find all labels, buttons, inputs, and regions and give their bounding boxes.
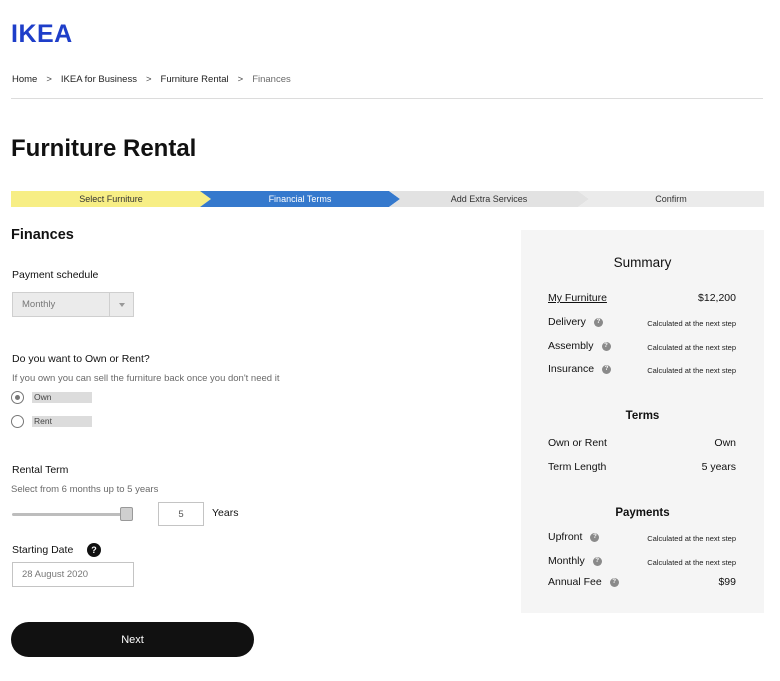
help-icon[interactable]: ? <box>593 317 603 327</box>
assembly-value: Calculated at the next step <box>647 343 736 352</box>
delivery-label: Delivery <box>548 316 586 328</box>
help-icon[interactable]: ? <box>590 532 600 542</box>
payments-heading: Payments <box>615 507 670 519</box>
step-financial-terms[interactable]: Financial Terms <box>200 191 400 207</box>
own-or-rent-question: Do you want to Own or Rent? <box>12 353 150 365</box>
ikea-logo[interactable]: IKEA <box>11 20 73 49</box>
own-or-rent-label: Own or Rent <box>548 437 607 449</box>
monthly-label: Monthly <box>548 555 585 567</box>
my-furniture-link[interactable]: My Furniture <box>548 292 607 304</box>
step-confirm[interactable]: Confirm <box>578 191 764 207</box>
term-length-label: Term Length <box>548 461 607 473</box>
radio-rent-label[interactable]: Rent <box>32 416 92 427</box>
summary-row-upfront: Upfront? Calculated at the next step <box>548 531 736 545</box>
breadcrumb-separator: > <box>46 74 52 85</box>
my-furniture-value: $12,200 <box>698 292 736 304</box>
next-button[interactable]: Next <box>11 622 254 657</box>
summary-row-my-furniture: My Furniture $12,200 <box>548 292 736 306</box>
insurance-label: Insurance <box>548 363 595 375</box>
summary-row-assembly: Assembly? Calculated at the next step <box>548 340 736 354</box>
summary-row-monthly: Monthly? Calculated at the next step <box>548 555 736 569</box>
radio-rent[interactable] <box>11 415 24 428</box>
annual-fee-label: Annual Fee <box>548 576 602 588</box>
summary-row-annual-fee: Annual Fee? $99 <box>548 576 736 590</box>
own-or-rent-value: Own <box>714 437 736 449</box>
rental-term-slider[interactable] <box>12 513 130 516</box>
own-or-rent-hint: If you own you can sell the furniture ba… <box>12 373 280 384</box>
summary-row-insurance: Insurance? Calculated at the next step <box>548 363 736 377</box>
rental-term-slider-handle[interactable] <box>120 507 133 521</box>
radio-own-label[interactable]: Own <box>32 392 92 403</box>
breadcrumb-ikea-for-business[interactable]: IKEA for Business <box>61 74 137 85</box>
help-icon[interactable]: ? <box>602 364 612 374</box>
rental-term-hint: Select from 6 months up to 5 years <box>11 484 159 495</box>
starting-date-label: Starting Date <box>12 544 74 556</box>
help-icon[interactable]: ? <box>609 577 619 587</box>
breadcrumb-separator: > <box>145 74 152 85</box>
step-select-furniture[interactable]: Select Furniture <box>11 191 211 207</box>
insurance-value: Calculated at the next step <box>647 366 736 375</box>
help-icon[interactable]: ? <box>87 543 101 557</box>
progress-stepper: Select Furniture Financial Terms Add Ext… <box>11 191 764 207</box>
summary-row-term-length: Term Length 5 years <box>548 461 736 475</box>
page-title: Furniture Rental <box>11 135 197 162</box>
terms-heading: Terms <box>625 410 660 422</box>
upfront-label: Upfront <box>548 531 583 543</box>
monthly-value: Calculated at the next step <box>647 558 736 567</box>
years-unit-label: Years <box>212 507 239 519</box>
annual-fee-value: $99 <box>718 576 736 588</box>
radio-option-own[interactable]: Own <box>11 391 92 404</box>
summary-panel: Summary My Furniture $12,200 Delivery? C… <box>521 230 764 613</box>
term-length-value: 5 years <box>701 461 736 473</box>
summary-row-delivery: Delivery? Calculated at the next step <box>548 316 736 330</box>
payment-schedule-select[interactable]: Monthly <box>12 292 134 317</box>
breadcrumb-current: Finances <box>252 74 291 85</box>
finances-heading: Finances <box>11 227 74 243</box>
payment-schedule-label: Payment schedule <box>12 269 99 281</box>
assembly-label: Assembly <box>548 340 594 352</box>
breadcrumb-separator: > <box>237 74 244 85</box>
summary-title: Summary <box>613 255 672 270</box>
header-divider <box>11 98 763 99</box>
breadcrumb-furniture-rental[interactable]: Furniture Rental <box>161 74 229 85</box>
starting-date-input[interactable]: 28 August 2020 <box>12 562 134 587</box>
rental-term-label: Rental Term <box>12 464 69 476</box>
help-icon[interactable]: ? <box>592 556 602 566</box>
breadcrumb: Home > IKEA for Business > Furniture Ren… <box>12 74 291 85</box>
step-add-extra-services[interactable]: Add Extra Services <box>389 191 589 207</box>
breadcrumb-home[interactable]: Home <box>12 74 37 85</box>
delivery-value: Calculated at the next step <box>647 319 736 328</box>
rental-term-years-input[interactable]: 5 <box>158 502 204 526</box>
summary-row-own-or-rent: Own or Rent Own <box>548 437 736 451</box>
help-icon[interactable]: ? <box>601 341 611 351</box>
radio-own[interactable] <box>11 391 24 404</box>
chevron-down-icon[interactable] <box>109 293 133 316</box>
radio-option-rent[interactable]: Rent <box>11 415 92 428</box>
payment-schedule-value: Monthly <box>22 299 56 310</box>
upfront-value: Calculated at the next step <box>647 534 736 543</box>
